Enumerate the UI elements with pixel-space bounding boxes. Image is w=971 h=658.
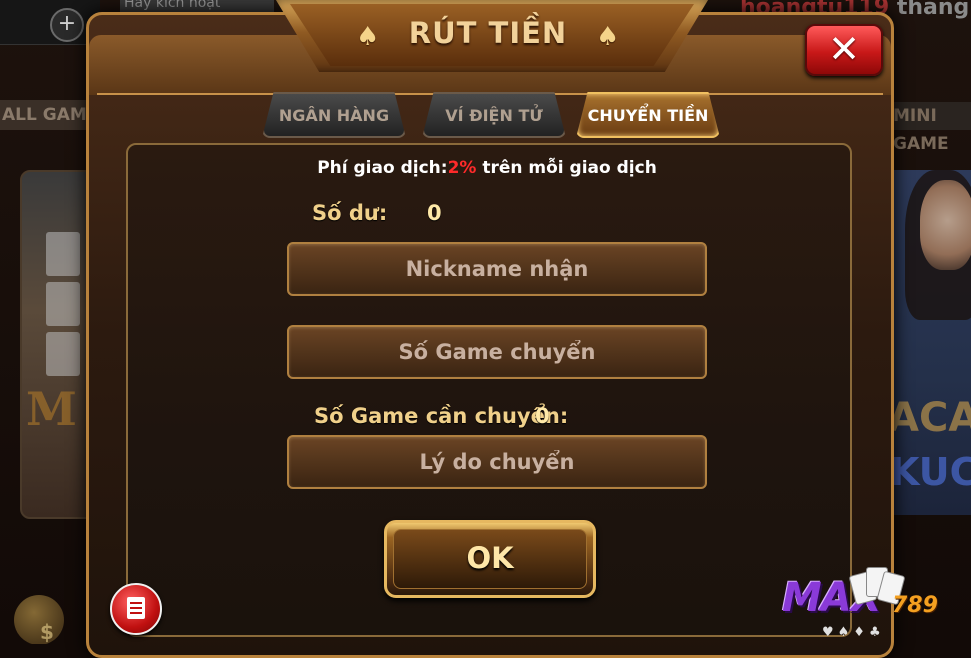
dealer-face xyxy=(920,180,971,270)
tab-transfer[interactable]: CHUYỂN TIỀN xyxy=(576,92,720,138)
required-amount-label: Số Game cần chuyển: xyxy=(314,404,569,428)
reason-input[interactable] xyxy=(289,437,705,487)
spade-icon: ♠ xyxy=(356,22,380,52)
close-button[interactable]: ✕ xyxy=(805,24,883,76)
tab-bank[interactable]: NGÂN HÀNG xyxy=(262,92,406,138)
mahjong-tile xyxy=(46,332,80,376)
amount-input[interactable] xyxy=(289,327,705,377)
game-logo-icon: M xyxy=(26,382,77,436)
reason-field[interactable] xyxy=(287,435,707,489)
close-icon: ✕ xyxy=(828,27,860,71)
balance-label: Số dư: xyxy=(312,201,388,225)
fee-notice: Phí giao dịch:2% trên mỗi giao dịch xyxy=(126,158,848,178)
ok-button[interactable]: OK xyxy=(384,520,596,598)
mahjong-tile xyxy=(46,282,80,326)
fee-percent: 2% xyxy=(447,158,477,178)
dollar-icon: $ xyxy=(40,620,54,644)
baccarat-title: ACA xyxy=(888,395,971,441)
amount-field[interactable] xyxy=(287,325,707,379)
tab-e-wallet[interactable]: VÍ ĐIỆN TỬ xyxy=(422,92,566,138)
activation-hint: Hãy kích hoạt xyxy=(120,0,274,12)
spade-icon: ♠ xyxy=(596,22,620,52)
marquee-text: thắng 1 xyxy=(896,0,971,20)
card-suits-icon: ♥♠♦♣ xyxy=(822,625,885,640)
mini-game-tab: MINI GAME xyxy=(885,102,971,154)
nickname-field[interactable] xyxy=(287,242,707,296)
fee-suffix: trên mỗi giao dịch xyxy=(476,158,657,178)
required-amount-value: 0 xyxy=(535,404,550,428)
baccarat-subtitle: KUC xyxy=(890,450,971,494)
fee-prefix: Phí giao dịch: xyxy=(317,158,448,178)
logo-number: 789 xyxy=(892,593,938,618)
add-icon: + xyxy=(50,8,84,42)
coins-icon xyxy=(14,595,64,644)
document-icon xyxy=(127,597,145,619)
nickname-input[interactable] xyxy=(289,244,705,294)
history-button[interactable] xyxy=(110,583,162,635)
balance-value: 0 xyxy=(427,201,442,225)
dialog-title: RÚT TIỀN xyxy=(408,16,568,50)
brand-logo: MAX 789 ♥♠♦♣ xyxy=(782,567,938,640)
mahjong-tile xyxy=(46,232,80,276)
ok-button-label: OK xyxy=(466,541,514,575)
